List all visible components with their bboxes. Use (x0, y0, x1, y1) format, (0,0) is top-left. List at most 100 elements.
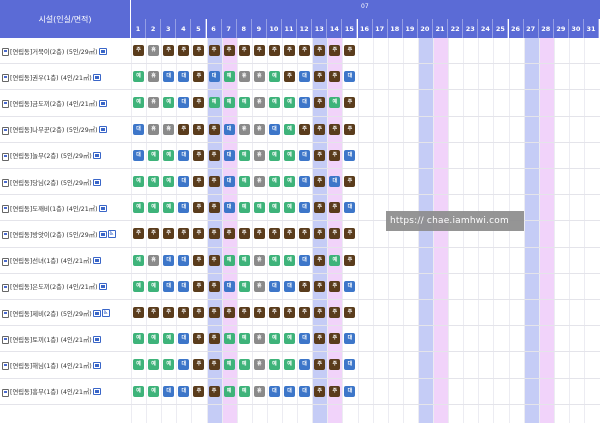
status-badge[interactable]: 대 (223, 176, 235, 187)
status-badge[interactable]: 주 (208, 254, 220, 266)
status-badge[interactable]: 주 (314, 359, 326, 371)
status-badge[interactable]: 휴 (253, 385, 265, 397)
status-badge[interactable]: 예 (268, 202, 280, 214)
status-badge[interactable]: 주 (268, 228, 280, 240)
facility-name[interactable]: [연립동]금도끼(2층) (4인/21㎡) (10, 99, 98, 108)
status-badge[interactable]: 대 (223, 123, 235, 135)
facility-row-label[interactable]: [연립동]금도끼(2층) (4인/21㎡) (1, 96, 131, 110)
info-icon[interactable] (98, 204, 107, 212)
status-badge[interactable]: 대 (178, 385, 190, 397)
status-badge[interactable]: 휴 (163, 123, 175, 135)
status-badge[interactable]: 주 (238, 45, 250, 56)
info-icon[interactable] (92, 361, 101, 369)
status-badge[interactable]: 예 (284, 333, 295, 345)
status-badge[interactable]: 예 (133, 359, 144, 371)
status-badge[interactable]: 예 (238, 333, 250, 345)
status-badge[interactable]: 주 (299, 123, 311, 135)
status-badge[interactable]: 휴 (253, 333, 265, 345)
status-badge[interactable]: 대 (299, 202, 311, 214)
status-badge[interactable]: 주 (314, 176, 326, 187)
status-badge[interactable]: 주 (193, 307, 205, 318)
status-badge[interactable]: 예 (148, 149, 160, 161)
status-badge[interactable]: 주 (344, 307, 356, 318)
status-badge[interactable]: 주 (344, 176, 356, 187)
info-icon[interactable] (98, 230, 107, 238)
status-badge[interactable]: 주 (208, 202, 220, 214)
status-badge[interactable]: 휴 (253, 359, 265, 371)
status-badge[interactable]: 대 (344, 359, 356, 371)
status-badge[interactable]: 대 (299, 97, 311, 109)
info-icon[interactable] (92, 388, 101, 396)
status-badge[interactable]: 주 (208, 176, 220, 187)
status-badge[interactable]: 예 (163, 359, 175, 371)
status-badge[interactable]: 대 (163, 280, 175, 292)
status-badge[interactable]: 대 (178, 176, 190, 187)
status-badge[interactable]: 예 (238, 97, 250, 109)
status-badge[interactable]: 주 (314, 333, 326, 345)
status-badge[interactable]: 주 (178, 45, 190, 56)
info-icon[interactable] (98, 47, 107, 55)
facility-name[interactable]: [연립동]놀부(2층) (5인/29㎡) (10, 151, 92, 160)
status-badge[interactable]: 주 (329, 45, 341, 56)
status-badge[interactable]: 대 (223, 280, 235, 292)
status-badge[interactable]: 대 (284, 280, 295, 292)
status-badge[interactable]: 예 (284, 97, 295, 109)
status-badge[interactable]: 휴 (148, 71, 160, 83)
info-icon[interactable] (92, 309, 101, 317)
status-badge[interactable]: 예 (329, 97, 341, 109)
status-badge[interactable]: 주 (193, 202, 205, 214)
status-badge[interactable]: 대 (344, 149, 356, 161)
status-badge[interactable]: 예 (284, 254, 295, 266)
status-badge[interactable]: 주 (178, 123, 190, 135)
status-badge[interactable]: 주 (208, 385, 220, 397)
status-badge[interactable]: 예 (133, 202, 144, 214)
status-badge[interactable]: 주 (329, 71, 341, 83)
status-badge[interactable]: 예 (148, 333, 160, 345)
status-badge[interactable]: 예 (208, 97, 220, 109)
facility-row-label[interactable]: [연립동]방앗이(2층) (5인/29㎡) ♿ (1, 227, 131, 241)
status-badge[interactable]: 예 (284, 149, 295, 161)
status-badge[interactable]: 대 (163, 71, 175, 83)
facility-row-label[interactable]: [연립동]도깨비(1층) (4인/21㎡) (1, 201, 131, 215)
facility-row-label[interactable]: [연립동]흥부(1층) (4인/21㎡) (1, 385, 131, 399)
status-badge[interactable]: 주 (208, 228, 220, 240)
facility-row-label[interactable]: [연립동]선녀(1층) (4인/21㎡) (1, 254, 131, 268)
status-badge[interactable]: 주 (193, 359, 205, 371)
status-badge[interactable]: 대 (163, 385, 175, 397)
status-badge[interactable]: 주 (193, 97, 205, 109)
status-badge[interactable]: 예 (238, 149, 250, 161)
status-badge[interactable]: 주 (314, 202, 326, 214)
status-badge[interactable]: 대 (299, 176, 311, 187)
status-badge[interactable]: 주 (148, 307, 160, 318)
status-badge[interactable]: 주 (329, 280, 341, 292)
status-badge[interactable]: 휴 (238, 123, 250, 135)
status-badge[interactable]: 예 (284, 123, 295, 135)
status-badge[interactable]: 휴 (148, 254, 160, 266)
status-badge[interactable]: 주 (314, 123, 326, 135)
facility-name[interactable]: [연립동]해님(1층) (4인/21㎡) (10, 361, 92, 370)
status-badge[interactable]: 휴 (148, 97, 160, 109)
status-badge[interactable]: 대 (329, 176, 341, 187)
status-badge[interactable]: 예 (223, 71, 235, 83)
status-badge[interactable]: 대 (344, 202, 356, 214)
facility-name[interactable]: [연립동]흥부(1층) (4인/21㎡) (10, 387, 92, 396)
status-badge[interactable]: 휴 (253, 71, 265, 83)
status-badge[interactable]: 대 (208, 71, 220, 83)
status-badge[interactable]: 주 (253, 45, 265, 56)
status-badge[interactable]: 주 (193, 71, 205, 83)
status-badge[interactable]: 주 (223, 307, 235, 318)
status-badge[interactable]: 주 (329, 149, 341, 161)
facility-name[interactable]: [연립동]토끼(1층) (4인/21㎡) (10, 335, 92, 344)
status-badge[interactable]: 예 (238, 254, 250, 266)
status-badge[interactable]: 주 (329, 385, 341, 397)
status-badge[interactable]: 예 (268, 71, 280, 83)
status-badge[interactable]: 주 (329, 359, 341, 371)
facility-row-label[interactable]: [연립동]당님(2층) (5인/29㎡) (1, 175, 131, 189)
facility-row-label[interactable]: [연립동]토끼(1층) (4인/21㎡) (1, 332, 131, 346)
status-badge[interactable]: 주 (178, 307, 190, 318)
status-badge[interactable]: 주 (163, 307, 175, 318)
status-badge[interactable]: 대 (133, 123, 144, 135)
status-badge[interactable]: 휴 (253, 149, 265, 161)
status-badge[interactable]: 대 (268, 123, 280, 135)
info-icon[interactable] (92, 257, 101, 265)
